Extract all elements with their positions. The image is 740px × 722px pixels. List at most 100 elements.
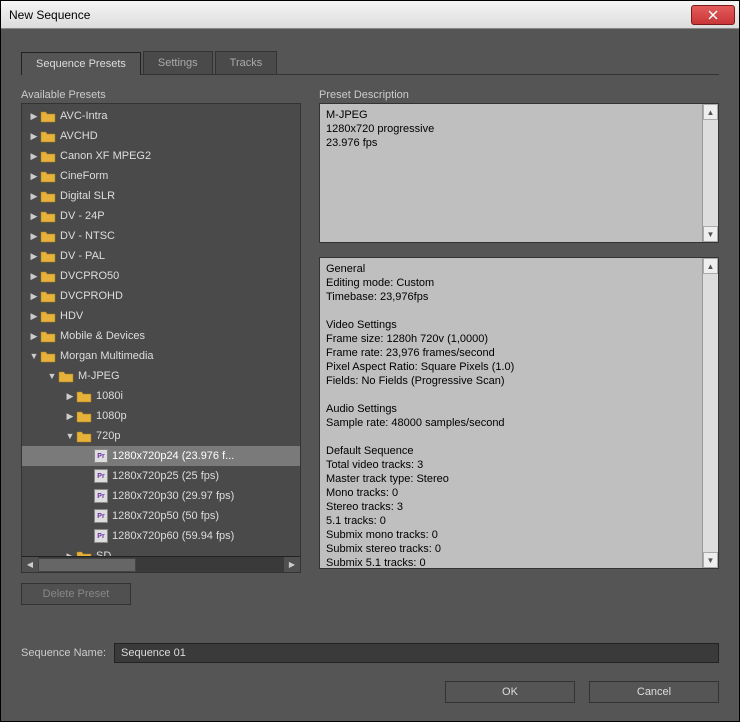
horizontal-scrollbar[interactable]: ◀ ▶ xyxy=(22,556,300,572)
scroll-track[interactable] xyxy=(38,557,284,573)
ok-button[interactable]: OK xyxy=(445,681,575,703)
sequence-name-row: Sequence Name: xyxy=(21,643,719,663)
new-sequence-window: New Sequence Sequence PresetsSettingsTra… xyxy=(0,0,740,722)
preset-tree[interactable]: ▶AVC-Intra▶AVCHD▶Canon XF MPEG2▶CineForm… xyxy=(22,104,300,556)
tree-item-label: Digital SLR xyxy=(60,190,115,202)
tree-item-label: 720p xyxy=(96,430,120,442)
expand-toggle-icon[interactable]: ▶ xyxy=(28,111,40,122)
scroll-thumb[interactable] xyxy=(38,558,136,572)
expand-toggle-icon[interactable]: ▶ xyxy=(28,191,40,202)
tree-item-label: 1080i xyxy=(96,390,123,402)
tab-bar: Sequence PresetsSettingsTracks xyxy=(21,51,719,75)
tree-folder[interactable]: ▶ DVCPRO50 xyxy=(22,266,300,286)
desc-scrollbar[interactable]: ▲ ▼ xyxy=(702,104,718,242)
tree-preset-item[interactable]: Pr 1280x720p60 (59.94 fps) xyxy=(22,526,300,546)
titlebar: New Sequence xyxy=(1,1,739,29)
sequence-name-input[interactable] xyxy=(114,643,719,663)
tree-folder[interactable]: ▶ Mobile & Devices xyxy=(22,326,300,346)
scroll-up-button[interactable]: ▲ xyxy=(703,258,718,274)
tree-item-label: Mobile & Devices xyxy=(60,330,145,342)
tree-folder[interactable]: ▶ AVCHD xyxy=(22,126,300,146)
tree-preset-item[interactable]: Pr 1280x720p30 (29.97 fps) xyxy=(22,486,300,506)
tree-folder[interactable]: ▶Canon XF MPEG2 xyxy=(22,146,300,166)
tree-item-label: AVCHD xyxy=(60,130,98,142)
preset-file-icon: Pr xyxy=(94,509,108,523)
tree-item-label: 1280x720p30 (29.97 fps) xyxy=(112,490,234,502)
tree-item-label: Morgan Multimedia xyxy=(60,350,154,362)
preset-file-icon: Pr xyxy=(94,489,108,503)
tree-item-label: HDV xyxy=(60,310,83,322)
preset-tree-panel: ▶AVC-Intra▶AVCHD▶Canon XF MPEG2▶CineForm… xyxy=(21,103,301,573)
tree-item-label: 1280x720p60 (59.94 fps) xyxy=(112,530,234,542)
tree-folder[interactable]: ▶ AVC-Intra xyxy=(22,106,300,126)
tree-item-label: DVCPROHD xyxy=(60,290,123,302)
close-button[interactable] xyxy=(691,5,735,25)
tree-folder[interactable]: ▼ 720p xyxy=(22,426,300,446)
tree-item-label: DVCPRO50 xyxy=(60,270,119,282)
details-scrollbar[interactable]: ▲ ▼ xyxy=(702,258,718,568)
expand-toggle-icon[interactable]: ▶ xyxy=(28,311,40,322)
tree-item-label: DV - PAL xyxy=(60,250,105,262)
tree-item-label: 1280x720p25 (25 fps) xyxy=(112,470,219,482)
expand-toggle-icon[interactable]: ▶ xyxy=(28,211,40,222)
preset-description-label: Preset Description xyxy=(319,89,719,101)
tree-folder[interactable]: ▶SD xyxy=(22,546,300,556)
window-title: New Sequence xyxy=(1,8,90,22)
dialog-content: Sequence PresetsSettingsTracks Available… xyxy=(1,29,739,721)
tree-folder[interactable]: ▼M-JPEG xyxy=(22,366,300,386)
delete-preset-button: Delete Preset xyxy=(21,583,131,605)
cancel-button[interactable]: Cancel xyxy=(589,681,719,703)
expand-toggle-icon[interactable]: ▶ xyxy=(28,171,40,182)
tree-folder[interactable]: ▶ Digital SLR xyxy=(22,186,300,206)
tree-folder[interactable]: ▶ 1080i xyxy=(22,386,300,406)
preset-file-icon: Pr xyxy=(94,469,108,483)
preset-description-text: M-JPEG 1280x720 progressive 23.976 fps xyxy=(320,104,702,242)
expand-toggle-icon[interactable]: ▼ xyxy=(64,431,76,441)
scroll-up-button[interactable]: ▲ xyxy=(703,104,718,120)
tree-folder[interactable]: ▶ DV - NTSC xyxy=(22,226,300,246)
expand-toggle-icon[interactable]: ▶ xyxy=(28,291,40,302)
expand-toggle-icon[interactable]: ▼ xyxy=(46,371,58,381)
expand-toggle-icon[interactable]: ▶ xyxy=(28,271,40,282)
tree-item-label: CineForm xyxy=(60,170,108,182)
tree-item-label: 1280x720p24 (23.976 f... xyxy=(112,450,234,462)
tree-preset-item[interactable]: Pr 1280x720p50 (50 fps) xyxy=(22,506,300,526)
tree-item-label: DV - NTSC xyxy=(60,230,115,242)
tree-item-label: 1280x720p50 (50 fps) xyxy=(112,510,219,522)
tree-item-label: DV - 24P xyxy=(60,210,105,222)
expand-toggle-icon[interactable]: ▶ xyxy=(28,331,40,342)
close-icon xyxy=(708,10,718,20)
expand-toggle-icon[interactable]: ▶ xyxy=(28,131,40,142)
tab-settings[interactable]: Settings xyxy=(143,51,213,74)
scroll-down-button[interactable]: ▼ xyxy=(703,226,718,242)
tab-sequence-presets[interactable]: Sequence Presets xyxy=(21,52,141,75)
tree-preset-item[interactable]: Pr 1280x720p24 (23.976 f... xyxy=(22,446,300,466)
expand-toggle-icon[interactable]: ▶ xyxy=(28,151,40,162)
scroll-down-button[interactable]: ▼ xyxy=(703,552,718,568)
available-presets-label: Available Presets xyxy=(21,89,301,101)
preset-details-text: General Editing mode: Custom Timebase: 2… xyxy=(320,258,702,568)
tree-folder[interactable]: ▶ DVCPROHD xyxy=(22,286,300,306)
scroll-left-button[interactable]: ◀ xyxy=(22,557,38,573)
preset-file-icon: Pr xyxy=(94,529,108,543)
tree-folder[interactable]: ▶ DV - 24P xyxy=(22,206,300,226)
tree-folder[interactable]: ▶ 1080p xyxy=(22,406,300,426)
preset-details-box: General Editing mode: Custom Timebase: 2… xyxy=(319,257,719,569)
tree-folder[interactable]: ▼ Morgan Multimedia xyxy=(22,346,300,366)
tab-tracks[interactable]: Tracks xyxy=(215,51,278,74)
tree-folder[interactable]: ▶ CineForm xyxy=(22,166,300,186)
preset-file-icon: Pr xyxy=(94,449,108,463)
expand-toggle-icon[interactable]: ▶ xyxy=(64,391,76,402)
tree-preset-item[interactable]: Pr 1280x720p25 (25 fps) xyxy=(22,466,300,486)
preset-description-box: M-JPEG 1280x720 progressive 23.976 fps ▲… xyxy=(319,103,719,243)
expand-toggle-icon[interactable]: ▶ xyxy=(64,411,76,422)
expand-toggle-icon[interactable]: ▶ xyxy=(28,231,40,242)
scroll-right-button[interactable]: ▶ xyxy=(284,557,300,573)
tree-item-label: AVC-Intra xyxy=(60,110,107,122)
expand-toggle-icon[interactable]: ▼ xyxy=(28,351,40,361)
tree-folder[interactable]: ▶ DV - PAL xyxy=(22,246,300,266)
tree-item-label: 1080p xyxy=(96,410,127,422)
tree-folder[interactable]: ▶ HDV xyxy=(22,306,300,326)
expand-toggle-icon[interactable]: ▶ xyxy=(28,251,40,262)
button-row: OK Cancel xyxy=(21,681,719,703)
